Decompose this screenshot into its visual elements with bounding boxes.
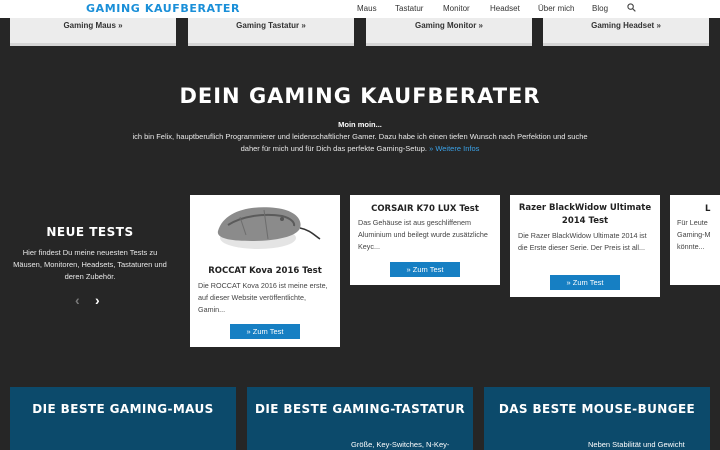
review-title[interactable]: Razer BlackWidow Ultimate 2014 Test — [516, 202, 654, 228]
box-subtitle: Neben Stabilität und Gewicht — [588, 440, 685, 449]
review-title[interactable]: ROCCAT Kova 2016 Test — [190, 265, 340, 278]
nav-item-maus[interactable]: Maus — [357, 4, 377, 13]
zum-test-button[interactable]: » Zum Test — [230, 324, 300, 339]
category-card-tastatur[interactable]: Gaming Tastatur » — [188, 18, 354, 46]
best-gaming-keyboard-box[interactable]: DIE BESTE GAMING-TASTATUR Größe, Key-Swi… — [247, 387, 473, 450]
category-card-label: Gaming Maus » — [63, 21, 123, 30]
zum-test-button[interactable]: » Zum Test — [550, 275, 620, 290]
gaming-mouse-image — [190, 195, 340, 257]
review-card-partial[interactable]: L Für Leute Gaming-M könnte... — [670, 195, 720, 285]
category-card-label: Gaming Tastatur » — [236, 21, 306, 30]
category-card-headset[interactable]: Gaming Headset » — [543, 18, 709, 46]
nav-item-monitor[interactable]: Monitor — [443, 4, 470, 13]
best-mouse-bungee-box[interactable]: DAS BESTE MOUSE-BUNGEE Neben Stabilität … — [484, 387, 710, 450]
hero-text: ich bin Felix, hauptberuflich Programmie… — [126, 131, 594, 155]
box-title: DIE BESTE GAMING-TASTATUR — [255, 402, 465, 416]
review-title[interactable]: CORSAIR K70 LUX Test — [350, 203, 500, 216]
category-card-label: Gaming Headset » — [591, 21, 661, 30]
nav-item-tastatur[interactable]: Tastatur — [395, 4, 423, 13]
carousel-prev-arrow[interactable]: ‹ — [75, 292, 80, 308]
review-excerpt: Das Gehäuse ist aus geschliffenem Alumin… — [358, 218, 488, 251]
carousel-next-arrow[interactable]: › — [95, 292, 100, 308]
main-nav: Maus Tastatur Monitor Headset Über mich … — [0, 4, 720, 16]
top-navigation-bar: GAMING KAUFBERATER Maus Tastatur Monitor… — [0, 0, 720, 18]
review-card-roccat-kova[interactable]: ROCCAT Kova 2016 Test Die ROCCAT Kova 20… — [190, 195, 340, 347]
box-subtitle: Größe, Key-Switches, N-Key- — [351, 440, 450, 449]
review-card-razer-blackwidow[interactable]: Razer BlackWidow Ultimate 2014 Test Die … — [510, 195, 660, 297]
box-title: DAS BESTE MOUSE-BUNGEE — [498, 402, 696, 416]
review-card-corsair-k70[interactable]: CORSAIR K70 LUX Test Das Gehäuse ist aus… — [350, 195, 500, 285]
hero-text-body: ich bin Felix, hauptberuflich Programmie… — [132, 132, 588, 153]
nav-item-ueber-mich[interactable]: Über mich — [538, 4, 574, 13]
box-title: DIE BESTE GAMING-MAUS — [32, 402, 214, 416]
hero-title: DEIN GAMING KAUFBERATER — [179, 84, 541, 108]
nav-item-blog[interactable]: Blog — [592, 4, 608, 13]
category-card-maus[interactable]: Gaming Maus » — [10, 18, 176, 46]
zum-test-button[interactable]: » Zum Test — [390, 262, 460, 277]
review-excerpt: Die ROCCAT Kova 2016 ist meine erste, au… — [198, 281, 328, 314]
category-card-monitor[interactable]: Gaming Monitor » — [366, 18, 532, 46]
section-title-new-tests: NEUE TESTS — [46, 225, 134, 239]
nav-item-headset[interactable]: Headset — [490, 4, 520, 13]
review-excerpt: Die Razer BlackWidow Ultimate 2014 ist d… — [518, 231, 647, 252]
review-title[interactable]: L — [705, 203, 720, 216]
more-info-link[interactable]: » Weitere Infos — [429, 144, 479, 153]
best-gaming-mouse-box[interactable]: DIE BESTE GAMING-MAUS — [10, 387, 236, 450]
review-excerpt: Für Leute Gaming-M könnte... — [677, 218, 711, 251]
category-card-label: Gaming Monitor » — [415, 21, 483, 30]
search-icon[interactable] — [627, 3, 636, 12]
new-tests-description: Hier findest Du meine neuesten Tests zu … — [13, 248, 167, 281]
hero-greeting: Moin moin... — [338, 120, 382, 129]
